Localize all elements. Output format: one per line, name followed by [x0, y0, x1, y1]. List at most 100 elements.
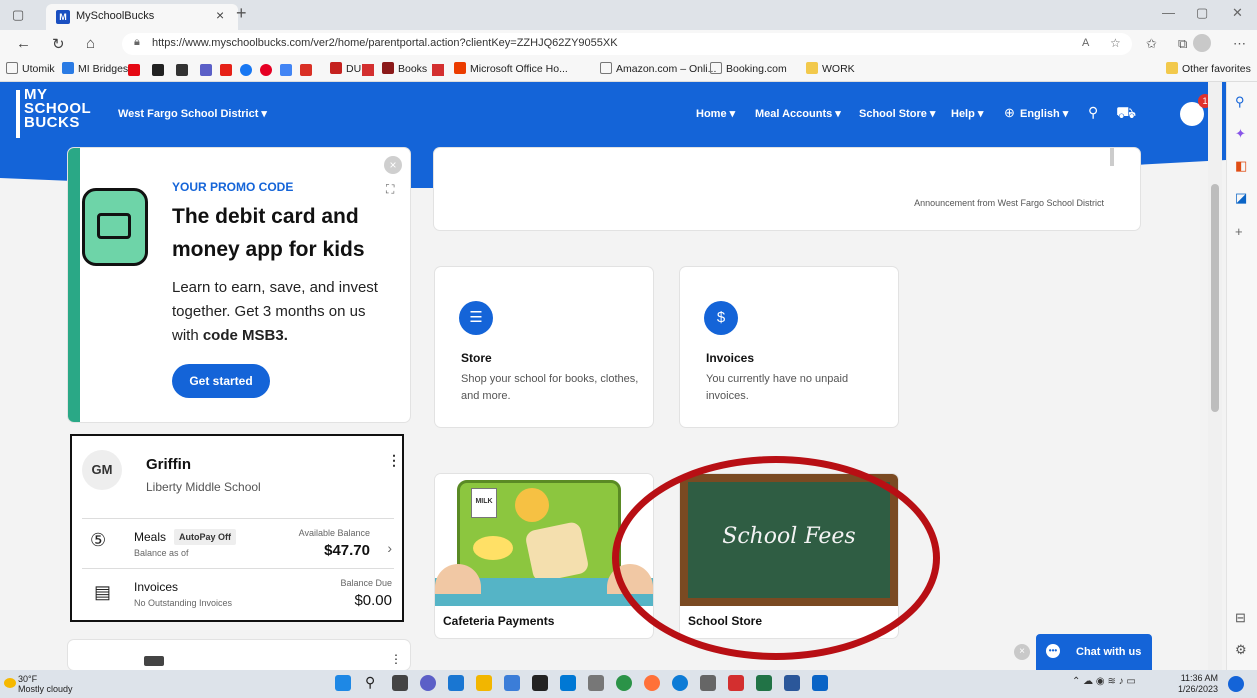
chat-close-icon[interactable]: × [1014, 644, 1030, 660]
amazon-icon[interactable] [152, 64, 164, 76]
favorite-amazon[interactable]: Amazon.com – Onli... [600, 62, 716, 75]
favorite-utomik[interactable]: Utomik [6, 62, 55, 75]
refresh-icon[interactable]: ↻ [52, 35, 65, 53]
search-icon[interactable]: ⚲ [1235, 94, 1245, 110]
favorite-du[interactable]: DU [330, 62, 361, 75]
sidebar-toggle-icon[interactable]: ⊟ [1235, 610, 1246, 626]
invoices-tile[interactable]: $ Invoices You currently have no unpaid … [680, 267, 898, 427]
student-card[interactable]: GM Griffin Liberty Middle School ⋮ ⑤ Mea… [70, 434, 404, 622]
tab-actions-icon[interactable]: ▢ [12, 7, 24, 23]
nav-language[interactable]: English ▾ [1020, 107, 1068, 120]
meals-label: Meals [134, 530, 167, 544]
gmail-icon[interactable] [300, 64, 312, 76]
more-menu-icon[interactable]: ⋯ [1233, 36, 1246, 52]
nav-home[interactable]: Home ▾ [696, 107, 735, 120]
word-icon[interactable] [784, 675, 800, 691]
autopay-badge[interactable]: AutoPay Off [174, 529, 237, 545]
camera-icon[interactable] [588, 675, 604, 691]
pinterest-icon[interactable] [260, 64, 272, 76]
store-icon[interactable] [504, 675, 520, 691]
search-icon[interactable]: ⚲ [1088, 104, 1098, 121]
collections-icon[interactable]: ⧉ [1178, 36, 1187, 52]
close-icon[interactable]: × [384, 156, 402, 174]
new-tab-icon[interactable]: + [236, 3, 247, 24]
chat-bubble-icon: ••• [1046, 644, 1060, 658]
netflix-icon[interactable] [128, 64, 140, 76]
home-icon[interactable]: ⌂ [86, 35, 95, 52]
copilot-icon[interactable]: ✦ [1235, 126, 1246, 142]
chrome-icon[interactable] [616, 675, 632, 691]
system-tray-icons[interactable]: ⌃ ☁ ◉ ≋ ♪ ▭ [1072, 676, 1136, 687]
clock[interactable]: 11:36 AM 1/26/2023 [1178, 673, 1218, 695]
nav-school-store[interactable]: School Store ▾ [859, 107, 935, 120]
browser-tab[interactable]: M MySchoolBucks × [46, 4, 238, 30]
add-icon[interactable]: + [1235, 224, 1243, 239]
teams-icon[interactable] [420, 675, 436, 691]
qr-scan-icon[interactable]: ⛶ [386, 182, 394, 197]
favorites-icon[interactable]: ✩ [1146, 36, 1157, 52]
amazon-icon[interactable] [532, 675, 548, 691]
favorite-mi-bridges[interactable]: MI Bridges [62, 62, 128, 75]
tab-close-icon[interactable]: × [216, 7, 224, 23]
search-icon[interactable]: ⚲ [365, 674, 375, 691]
page-icon [710, 62, 722, 74]
notifications-icon[interactable] [1228, 676, 1244, 692]
facebook-icon[interactable] [240, 64, 252, 76]
hoopla-icon[interactable] [176, 64, 188, 76]
announcement-scrollbar[interactable] [1110, 148, 1114, 166]
cart-icon[interactable]: ⛟ [1116, 104, 1136, 124]
myschoolbucks-logo[interactable]: MY SCHOOL BUCKS [24, 87, 91, 130]
file-explorer-icon[interactable] [476, 675, 492, 691]
profile-avatar[interactable] [1193, 34, 1211, 52]
more-options-icon[interactable]: ⋮ [387, 452, 401, 469]
favorite-microsoft-office[interactable]: Microsoft Office Ho... [454, 62, 568, 75]
other-favorites-folder[interactable]: Other favorites [1166, 62, 1251, 75]
read-aloud-icon[interactable]: A [1082, 37, 1089, 49]
promo-accent [68, 148, 80, 422]
favorite-books[interactable]: Books [382, 62, 427, 75]
nav-help[interactable]: Help ▾ [951, 107, 983, 120]
google-icon[interactable] [280, 64, 292, 76]
excel-icon[interactable] [756, 675, 772, 691]
office-icon[interactable]: ◧ [1235, 158, 1247, 174]
weather-widget[interactable]: 30°F Mostly cloudy [18, 674, 73, 694]
milk-carton: MILK [471, 488, 497, 518]
task-view-icon[interactable] [392, 675, 408, 691]
start-icon[interactable] [335, 675, 351, 691]
outlook-icon[interactable] [812, 675, 828, 691]
minimize-icon[interactable]: — [1162, 5, 1175, 20]
edge-sidebar: ⚲ ✦ ◧ ◪ + ⊟ ⚙ [1226, 82, 1257, 670]
favorite-work-folder[interactable]: WORK [806, 62, 855, 75]
app-icon[interactable] [728, 675, 744, 691]
address-input[interactable]: 🔒︎ https://www.myschoolbucks.com/ver2/ho… [122, 33, 1132, 55]
back-icon[interactable]: ← [16, 35, 31, 52]
calculator-icon[interactable] [700, 675, 716, 691]
app-icon[interactable] [560, 675, 576, 691]
restore-icon[interactable]: ▢ [1196, 5, 1208, 21]
app-icon[interactable] [362, 64, 374, 76]
firefox-icon[interactable] [644, 675, 660, 691]
get-started-button[interactable]: Get started [172, 364, 270, 398]
store-tile[interactable]: ☰ Store Shop your school for books, clot… [435, 267, 653, 427]
highlight-circle [612, 456, 940, 660]
nav-meal-accounts[interactable]: Meal Accounts ▾ [755, 107, 841, 120]
more-options-icon[interactable]: ⋮ [390, 652, 402, 666]
page-scrollbar[interactable] [1208, 82, 1222, 670]
second-student-card[interactable]: ⋮ [68, 640, 410, 670]
scrollbar-thumb[interactable] [1211, 184, 1219, 412]
settings-gear-icon[interactable]: ⚙ [1235, 642, 1247, 658]
app-icon[interactable] [200, 64, 212, 76]
window-close-icon[interactable]: ✕ [1232, 5, 1243, 21]
edge-icon[interactable] [672, 675, 688, 691]
favorite-booking[interactable]: Booking.com [710, 62, 787, 75]
district-selector[interactable]: West Fargo School District ▾ [118, 107, 267, 120]
tab-title: MySchoolBucks [76, 10, 155, 22]
favorite-star-icon[interactable]: ☆ [1110, 36, 1121, 50]
outlook-icon[interactable]: ◪ [1235, 190, 1247, 206]
youtube-icon[interactable] [220, 64, 232, 76]
chevron-right-icon[interactable]: › [387, 540, 392, 556]
mail-icon[interactable] [448, 675, 464, 691]
chat-with-us-button[interactable]: ••• Chat with us [1036, 634, 1152, 670]
balance-due-label: Balance Due [340, 578, 392, 588]
app-icon[interactable] [432, 64, 444, 76]
